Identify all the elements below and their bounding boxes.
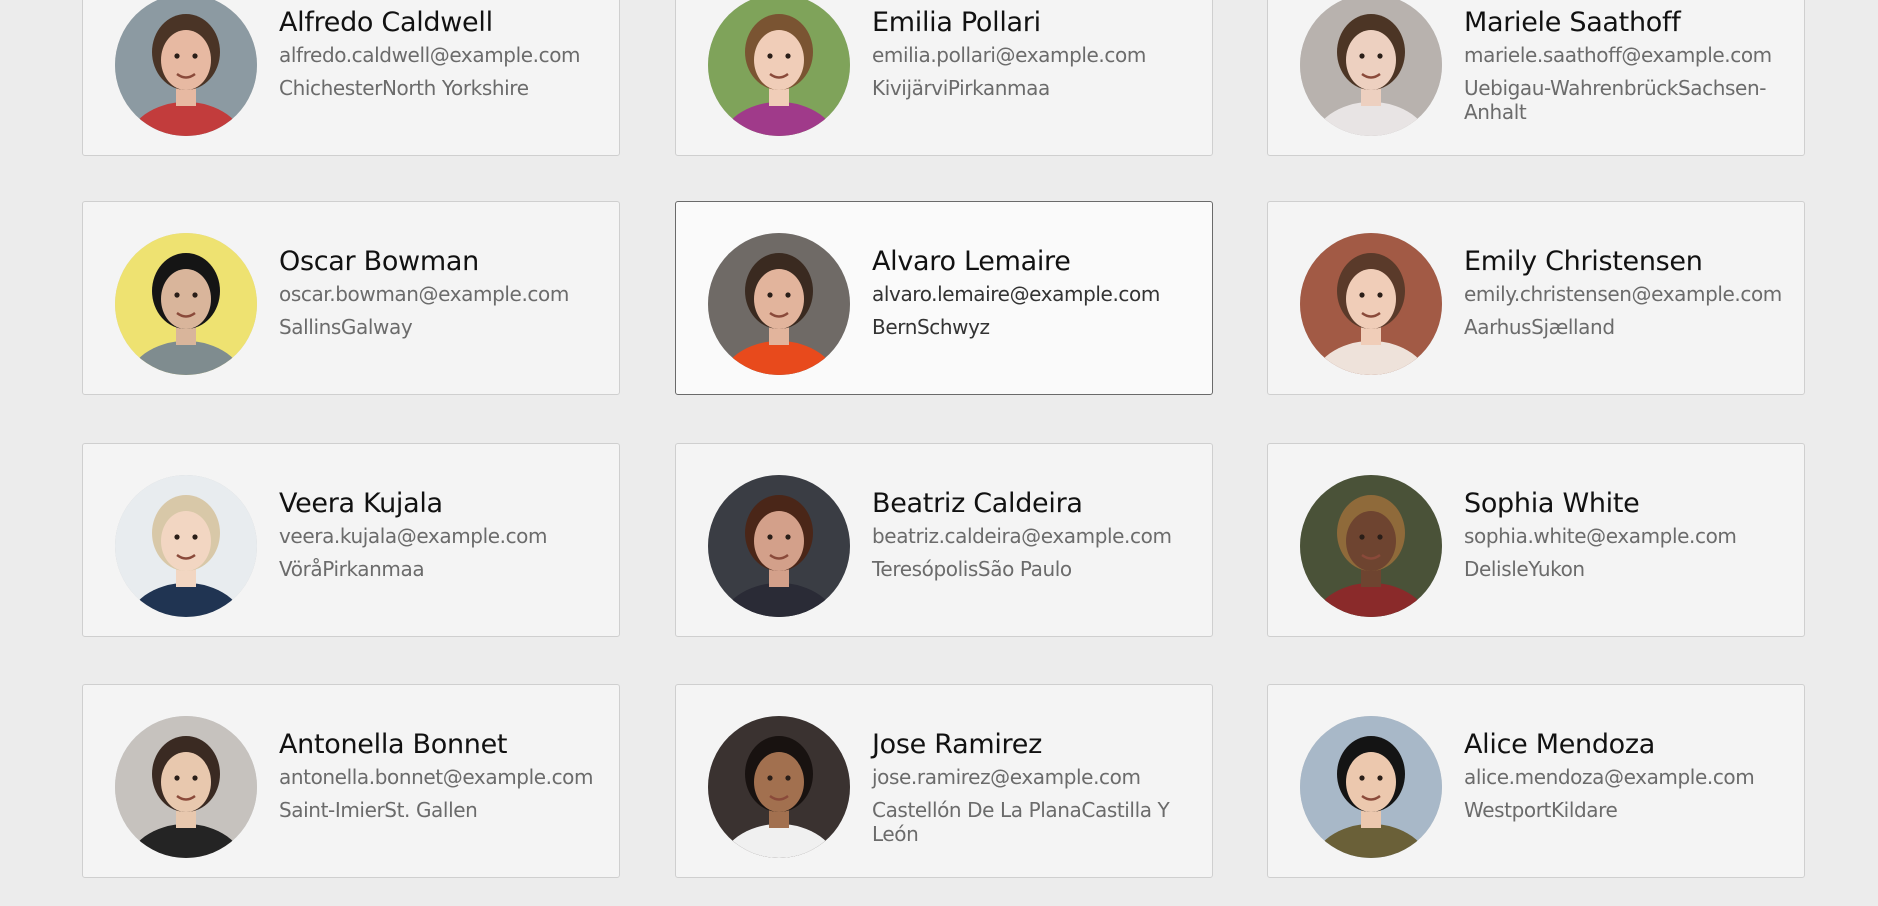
user-email: sophia.white@example.com xyxy=(1464,524,1737,548)
user-card[interactable]: Antonella Bonnet antonella.bonnet@exampl… xyxy=(82,684,620,878)
avatar xyxy=(708,475,850,617)
user-card[interactable]: Alice Mendoza alice.mendoza@example.com … xyxy=(1267,684,1805,878)
avatar xyxy=(708,716,850,858)
avatar xyxy=(1300,233,1442,375)
user-location: DelisleYukon xyxy=(1464,557,1585,581)
user-email: oscar.bowman@example.com xyxy=(279,282,569,306)
user-email: antonella.bonnet@example.com xyxy=(279,765,594,789)
user-location: WestportKildare xyxy=(1464,798,1618,822)
user-location: SallinsGalway xyxy=(279,315,413,339)
user-location: BernSchwyz xyxy=(872,315,990,339)
user-email: emily.christensen@example.com xyxy=(1464,282,1782,306)
user-card[interactable]: Mariele Saathoff mariele.saathoff@exampl… xyxy=(1267,0,1805,156)
user-name: Mariele Saathoff xyxy=(1464,7,1681,38)
user-card[interactable]: Emily Christensen emily.christensen@exam… xyxy=(1267,201,1805,395)
user-email: alvaro.lemaire@example.com xyxy=(872,282,1160,306)
user-card-grid: Alfredo Caldwell alfredo.caldwell@exampl… xyxy=(0,0,1878,906)
user-name: Emily Christensen xyxy=(1464,246,1703,277)
user-name: Sophia White xyxy=(1464,488,1640,519)
user-name: Alfredo Caldwell xyxy=(279,7,493,38)
user-location: KivijärviPirkanmaa xyxy=(872,76,1050,100)
user-location: TeresópolisSão Paulo xyxy=(872,557,1072,581)
avatar xyxy=(708,0,850,136)
user-email: beatriz.caldeira@example.com xyxy=(872,524,1172,548)
user-email: jose.ramirez@example.com xyxy=(872,765,1141,789)
user-email: mariele.saathoff@example.com xyxy=(1464,43,1772,67)
user-email: veera.kujala@example.com xyxy=(279,524,548,548)
user-name: Antonella Bonnet xyxy=(279,729,508,760)
user-name: Jose Ramirez xyxy=(872,729,1042,760)
user-card[interactable]: Alfredo Caldwell alfredo.caldwell@exampl… xyxy=(82,0,620,156)
user-card[interactable]: Beatriz Caldeira beatriz.caldeira@exampl… xyxy=(675,443,1213,637)
user-location: Saint-ImierSt. Gallen xyxy=(279,798,478,822)
user-location: ChichesterNorth Yorkshire xyxy=(279,76,529,100)
user-card-selected[interactable]: Alvaro Lemaire alvaro.lemaire@example.co… xyxy=(675,201,1213,395)
user-name: Emilia Pollari xyxy=(872,7,1041,38)
user-card[interactable]: Emilia Pollari emilia.pollari@example.co… xyxy=(675,0,1213,156)
avatar xyxy=(1300,475,1442,617)
user-card[interactable]: Veera Kujala veera.kujala@example.com Vö… xyxy=(82,443,620,637)
user-email: alice.mendoza@example.com xyxy=(1464,765,1755,789)
user-location: Uebigau-WahrenbrückSachsen-Anhalt xyxy=(1464,76,1767,124)
user-location: Castellón De La PlanaCastilla Y León xyxy=(872,798,1170,846)
user-location: AarhusSjælland xyxy=(1464,315,1615,339)
avatar xyxy=(1300,0,1442,136)
user-card[interactable]: Oscar Bowman oscar.bowman@example.com Sa… xyxy=(82,201,620,395)
user-name: Beatriz Caldeira xyxy=(872,488,1083,519)
user-card[interactable]: Jose Ramirez jose.ramirez@example.com Ca… xyxy=(675,684,1213,878)
user-name: Alvaro Lemaire xyxy=(872,246,1071,277)
user-name: Alice Mendoza xyxy=(1464,729,1656,760)
user-name: Oscar Bowman xyxy=(279,246,479,277)
avatar xyxy=(1300,716,1442,858)
user-name: Veera Kujala xyxy=(279,488,443,519)
user-email: emilia.pollari@example.com xyxy=(872,43,1146,67)
user-location: VöråPirkanmaa xyxy=(279,557,425,581)
avatar xyxy=(115,0,257,136)
avatar xyxy=(708,233,850,375)
avatar xyxy=(115,233,257,375)
avatar xyxy=(115,716,257,858)
user-email: alfredo.caldwell@example.com xyxy=(279,43,581,67)
user-card[interactable]: Sophia White sophia.white@example.com De… xyxy=(1267,443,1805,637)
avatar xyxy=(115,475,257,617)
